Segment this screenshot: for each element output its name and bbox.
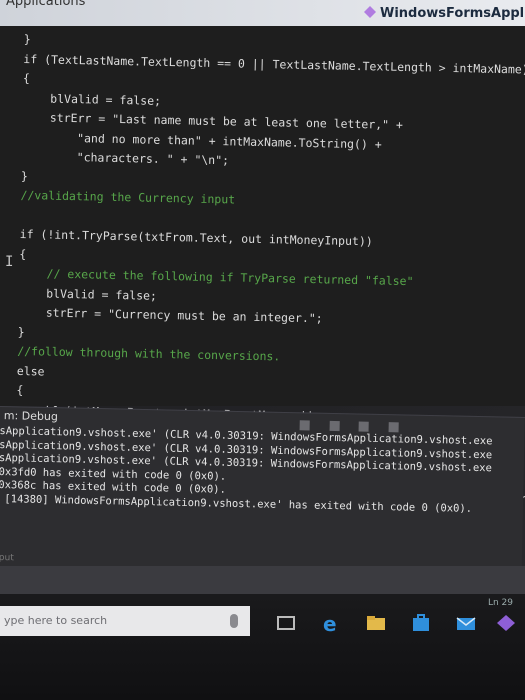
task-view-icon[interactable] xyxy=(275,612,297,634)
microphone-icon[interactable] xyxy=(230,614,238,628)
toolbar-icon[interactable] xyxy=(299,420,310,431)
applications-label: Applications xyxy=(6,0,86,9)
monitor-screen: Applications WindowsFormsApplica I }if (… xyxy=(0,0,525,700)
text-cursor-icon: I xyxy=(5,254,14,270)
word-wrap-icon[interactable] xyxy=(388,422,399,433)
visual-studio-taskbar-icon[interactable] xyxy=(495,612,517,634)
output-panel-header: m: Debug xyxy=(3,409,59,424)
visual-studio-icon xyxy=(364,6,376,18)
edge-browser-icon[interactable]: e xyxy=(320,612,342,634)
output-log: sApplication9.vshost.exe' (CLR v4.0.3031… xyxy=(0,425,524,517)
status-bar xyxy=(0,566,525,594)
code-editor[interactable]: I } if (TextLastName.TextLength == 0 || T… xyxy=(0,26,525,521)
mail-icon[interactable] xyxy=(455,612,477,634)
store-icon[interactable] xyxy=(410,612,432,634)
file-explorer-icon[interactable] xyxy=(365,612,387,634)
svg-text:e: e xyxy=(323,612,337,634)
taskbar-search-box[interactable]: ype here to search xyxy=(0,606,250,636)
output-panel-toolbar xyxy=(299,415,500,433)
window-title: WindowsFormsApplica xyxy=(380,6,525,21)
line-number-indicator: Ln 29 xyxy=(487,598,513,608)
output-panel[interactable]: m: Debug sApplication9.vshost.exe' (CLR … xyxy=(0,406,525,578)
output-tab[interactable]: put xyxy=(0,553,14,563)
taskbar: Ln 29 ype here to search e xyxy=(0,594,525,700)
window-title-bar: Applications WindowsFormsApplica xyxy=(0,0,525,26)
toolbar-icon[interactable] xyxy=(358,421,370,432)
toolbar-icon[interactable] xyxy=(329,420,340,432)
